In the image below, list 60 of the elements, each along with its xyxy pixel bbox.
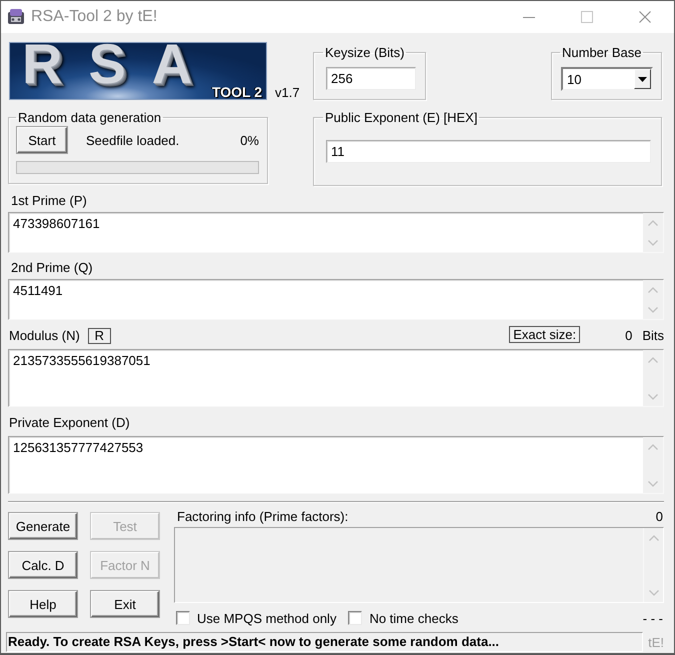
- group-title: Number Base: [561, 45, 642, 60]
- scrollbar[interactable]: [643, 280, 663, 319]
- chevron-down-icon: [648, 394, 658, 400]
- version-label: v1.7: [275, 85, 300, 100]
- chevron-down-icon: [648, 240, 658, 246]
- public-exponent-field[interactable]: 11: [326, 140, 651, 163]
- minimize-icon: [523, 16, 535, 18]
- checkbox-label: No time checks: [369, 610, 458, 626]
- logo-title: RSA: [22, 43, 218, 85]
- close-icon: [639, 11, 651, 23]
- first-prime-label: 1st Prime (P): [11, 192, 87, 208]
- chevron-down-icon: [648, 307, 658, 313]
- second-prime-label: 2nd Prime (Q): [11, 260, 93, 274]
- modulus-label: Modulus (N): [9, 328, 80, 343]
- status-bar: Ready. To create RSA Keys, press >Start< now to generate some random data...: [6, 632, 644, 652]
- group-title: Keysize (Bits): [324, 45, 406, 60]
- seed-status-text: Seedfile loaded.: [86, 132, 180, 148]
- number-base-select[interactable]: 10: [561, 67, 653, 91]
- private-exponent-field[interactable]: 125631357777427553: [8, 436, 664, 494]
- window-title: RSA-Tool 2 by tE!: [31, 8, 158, 26]
- keysize-field[interactable]: 256: [326, 67, 416, 90]
- group-title: Public Exponent (E) [HEX]: [324, 110, 478, 125]
- maximize-icon: [581, 11, 593, 23]
- modulus-field[interactable]: 2135733555619387051: [8, 349, 664, 407]
- chevron-up-icon: [648, 357, 658, 363]
- chevron-up-icon: [648, 287, 658, 293]
- no-time-checks-checkbox[interactable]: [348, 611, 362, 625]
- app-icon: [6, 7, 26, 27]
- scrollbar[interactable]: [643, 350, 663, 406]
- exact-size-value: 0: [625, 328, 632, 343]
- scrollbar[interactable]: [643, 437, 663, 493]
- signature-label: tE!: [648, 634, 664, 650]
- dropdown-button[interactable]: [634, 69, 651, 89]
- chevron-up-icon: [648, 220, 658, 226]
- chevron-down-icon: [648, 590, 658, 596]
- second-prime-field[interactable]: 4511491: [8, 279, 664, 320]
- group-title: Random data generation: [17, 110, 162, 125]
- factors-field[interactable]: [174, 527, 664, 603]
- factoring-label: Factoring info (Prime factors):: [177, 509, 348, 526]
- chevron-up-icon: [648, 535, 658, 541]
- chevron-up-icon: [648, 444, 658, 450]
- private-exponent-label: Private Exponent (D): [9, 415, 130, 430]
- caret-icon: [638, 76, 647, 82]
- progress-percent: 0%: [240, 132, 259, 148]
- exit-button[interactable]: Exit: [91, 591, 159, 617]
- checkbox-label: Use MPQS method only: [197, 610, 336, 626]
- start-button[interactable]: Start: [17, 127, 67, 153]
- chevron-down-icon: [648, 481, 658, 487]
- factor-count: 0: [656, 509, 663, 526]
- help-button[interactable]: Help: [9, 591, 77, 617]
- factoring-progress-label: - - -: [642, 610, 663, 626]
- bits-unit-label: Bits: [642, 328, 664, 343]
- scrollbar[interactable]: [643, 213, 663, 252]
- generate-button[interactable]: Generate: [9, 513, 77, 539]
- exact-size-label: Exact size:: [509, 326, 580, 343]
- first-prime-field[interactable]: 473398607161: [8, 212, 664, 253]
- mpqs-checkbox[interactable]: [176, 611, 190, 625]
- r-button[interactable]: R: [88, 328, 111, 344]
- logo-subtitle: TOOL 2: [212, 85, 262, 99]
- calc-d-button[interactable]: Calc. D: [9, 552, 77, 578]
